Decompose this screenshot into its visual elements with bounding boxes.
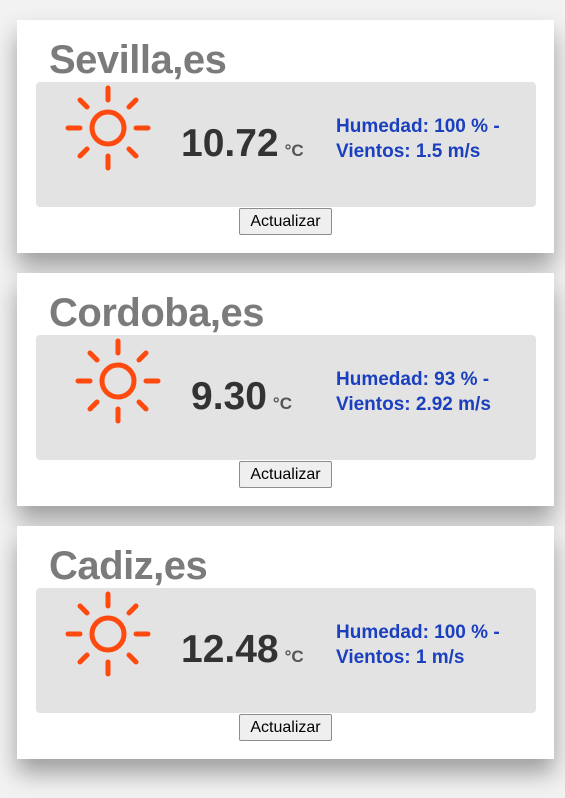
update-button[interactable]: Actualizar (239, 714, 332, 741)
weather-card-list: Sevilla,es 10.72 °C Humedad: 100 % - Vie… (0, 0, 565, 798)
update-button[interactable]: Actualizar (239, 208, 332, 235)
humidity-text: Humedad: 100 % - (336, 622, 500, 643)
temperature-value: 12.48 (181, 628, 279, 671)
sun-icon (65, 591, 151, 677)
temperature-block: 12.48 °C (181, 628, 304, 672)
update-button[interactable]: Actualizar (239, 461, 332, 488)
weather-card: Cadiz,es 12.48 °C Humedad: 100 % - Vient… (17, 526, 554, 759)
weather-details: Humedad: 93 % - Vientos: 2.92 m/s (336, 367, 491, 417)
wind-text: Vientos: 2.92 m/s (336, 394, 491, 415)
city-name: Cadiz,es (49, 544, 208, 588)
sun-icon (65, 85, 151, 171)
wind-text: Vientos: 1.5 m/s (336, 141, 481, 162)
temperature-value: 9.30 (191, 375, 267, 418)
temperature-unit: °C (272, 394, 292, 413)
temperature-value: 10.72 (181, 122, 279, 165)
weather-panel: 12.48 °C Humedad: 100 % - Vientos: 1 m/s (36, 588, 536, 713)
humidity-text: Humedad: 93 % - (336, 369, 490, 390)
temperature-block: 9.30 °C (191, 375, 292, 419)
temperature-block: 10.72 °C (181, 122, 304, 166)
weather-card: Sevilla,es 10.72 °C Humedad: 100 % - Vie… (17, 20, 554, 253)
humidity-text: Humedad: 100 % - (336, 116, 500, 137)
weather-details: Humedad: 100 % - Vientos: 1.5 m/s (336, 114, 500, 164)
city-name: Sevilla,es (49, 38, 227, 82)
weather-card: Cordoba,es 9.30 °C Humedad: 93 % - Vient… (17, 273, 554, 506)
temperature-unit: °C (284, 647, 304, 666)
wind-text: Vientos: 1 m/s (336, 647, 465, 668)
weather-panel: 9.30 °C Humedad: 93 % - Vientos: 2.92 m/s (36, 335, 536, 460)
temperature-unit: °C (284, 141, 304, 160)
sun-icon (75, 338, 161, 424)
weather-panel: 10.72 °C Humedad: 100 % - Vientos: 1.5 m/… (36, 82, 536, 207)
city-name: Cordoba,es (49, 291, 265, 335)
weather-details: Humedad: 100 % - Vientos: 1 m/s (336, 620, 500, 670)
